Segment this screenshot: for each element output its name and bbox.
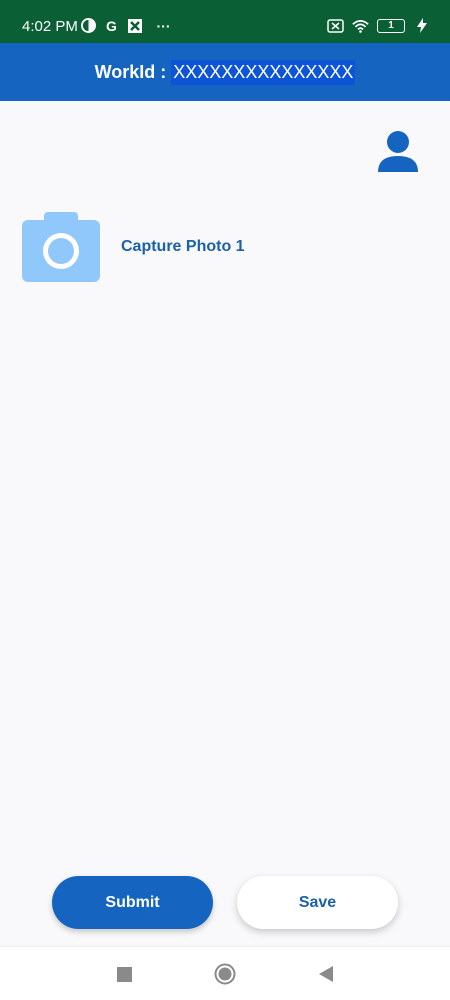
- capture-photo-row[interactable]: Capture Photo 1: [22, 212, 245, 282]
- workid-value[interactable]: XXXXXXXXXXXXXXX: [171, 59, 356, 85]
- app-header: WorkId : XXXXXXXXXXXXXXX: [0, 43, 450, 101]
- status-icons-left: G ···: [80, 17, 172, 34]
- wifi-icon: [352, 17, 369, 34]
- recents-square-icon[interactable]: [113, 963, 135, 985]
- more-dots-icon: ···: [156, 17, 171, 34]
- app-icon: [126, 17, 143, 34]
- workid-label: WorkId :: [94, 61, 167, 82]
- save-button[interactable]: Save: [237, 876, 398, 929]
- user-icon[interactable]: [377, 130, 419, 174]
- sim-off-icon: [327, 17, 344, 34]
- capture-photo-label: Capture Photo 1: [121, 238, 245, 255]
- back-triangle-icon[interactable]: [315, 963, 337, 985]
- battery-level: 1: [388, 20, 394, 31]
- google-icon: G: [106, 17, 117, 34]
- battery-icon: 1: [377, 18, 405, 33]
- home-circle-icon[interactable]: [214, 963, 236, 985]
- navigation-bar: [0, 946, 450, 1000]
- camera-icon[interactable]: [22, 212, 100, 282]
- status-bar: 4:02 PM G ··· 1: [0, 0, 450, 43]
- status-icons-right: 1: [327, 17, 430, 34]
- charging-icon: [413, 17, 430, 34]
- status-time: 4:02 PM: [22, 18, 78, 35]
- pie-icon: [80, 17, 97, 34]
- submit-button[interactable]: Submit: [52, 876, 213, 929]
